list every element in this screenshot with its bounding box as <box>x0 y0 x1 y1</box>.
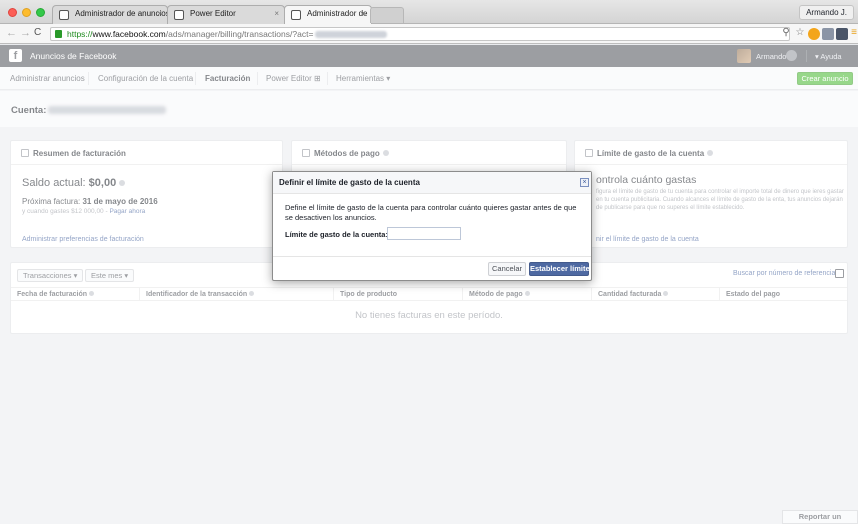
extension-icon[interactable] <box>836 28 848 40</box>
close-icon[interactable]: × <box>580 178 589 187</box>
url-host: www.facebook.com <box>92 29 166 39</box>
back-arrow-icon[interactable]: ← <box>6 27 17 39</box>
window-zoom-button[interactable] <box>36 8 45 17</box>
window-close-button[interactable] <box>8 8 17 17</box>
spend-limit-input[interactable] <box>387 227 461 240</box>
ads-favicon-icon <box>174 10 184 20</box>
browser-toolbar: ← → C https://www.facebook.com/ads/manag… <box>0 24 858 44</box>
tab-close-icon[interactable]: × <box>274 9 279 18</box>
browser-tab-ads-manager-active[interactable]: Administrador de anuncios × <box>284 5 372 25</box>
extension-icon[interactable] <box>822 28 834 40</box>
url-redacted <box>315 31 388 39</box>
dialog-header: Definir el límite de gasto de la cuenta … <box>273 172 591 194</box>
modal-overlay <box>0 45 858 524</box>
browser-menu-icon[interactable]: ≡ <box>848 27 858 39</box>
browser-tabstrip: Administrador de anuncios × Power Editor… <box>0 0 858 25</box>
bookmark-star-icon[interactable]: ☆ <box>794 27 806 39</box>
dialog-description: Define el límite de gasto de la cuenta p… <box>285 203 577 222</box>
browser-tab-ads-manager-1[interactable]: Administrador de anuncios × <box>52 5 168 24</box>
zoom-magnifier-icon[interactable]: ⚲ <box>780 27 792 39</box>
new-tab-button[interactable] <box>370 7 404 23</box>
reload-icon[interactable]: C <box>34 27 41 39</box>
lock-icon <box>55 30 62 38</box>
profile-button[interactable]: Armando J. <box>799 5 854 20</box>
tab-close-icon[interactable]: × <box>361 9 366 18</box>
url-path: /ads/manager/billing/transactions/?act= <box>165 29 314 39</box>
spend-limit-dialog: Definir el límite de gasto de la cuenta … <box>272 171 592 281</box>
ads-favicon-icon <box>291 10 301 20</box>
divider <box>273 256 591 257</box>
set-limit-button[interactable]: Establecer límite <box>529 262 590 276</box>
extension-honey-icon[interactable] <box>808 28 820 40</box>
spend-limit-label: Límite de gasto de la cuenta: <box>285 230 388 239</box>
dialog-title: Definir el límite de gasto de la cuenta <box>279 178 420 187</box>
tab-label: Power Editor <box>190 9 236 18</box>
forward-arrow-icon[interactable]: → <box>20 27 31 39</box>
url-scheme: https:// <box>67 29 93 39</box>
tab-close-icon[interactable]: × <box>157 9 162 18</box>
ads-favicon-icon <box>59 10 69 20</box>
tab-label: Administrador de anuncios <box>75 9 168 18</box>
browser-tab-power-editor[interactable]: Power Editor × <box>167 5 285 24</box>
address-bar[interactable]: https://www.facebook.com/ads/manager/bil… <box>50 27 790 41</box>
window-minimize-button[interactable] <box>22 8 31 17</box>
cancel-button[interactable]: Cancelar <box>488 262 526 276</box>
